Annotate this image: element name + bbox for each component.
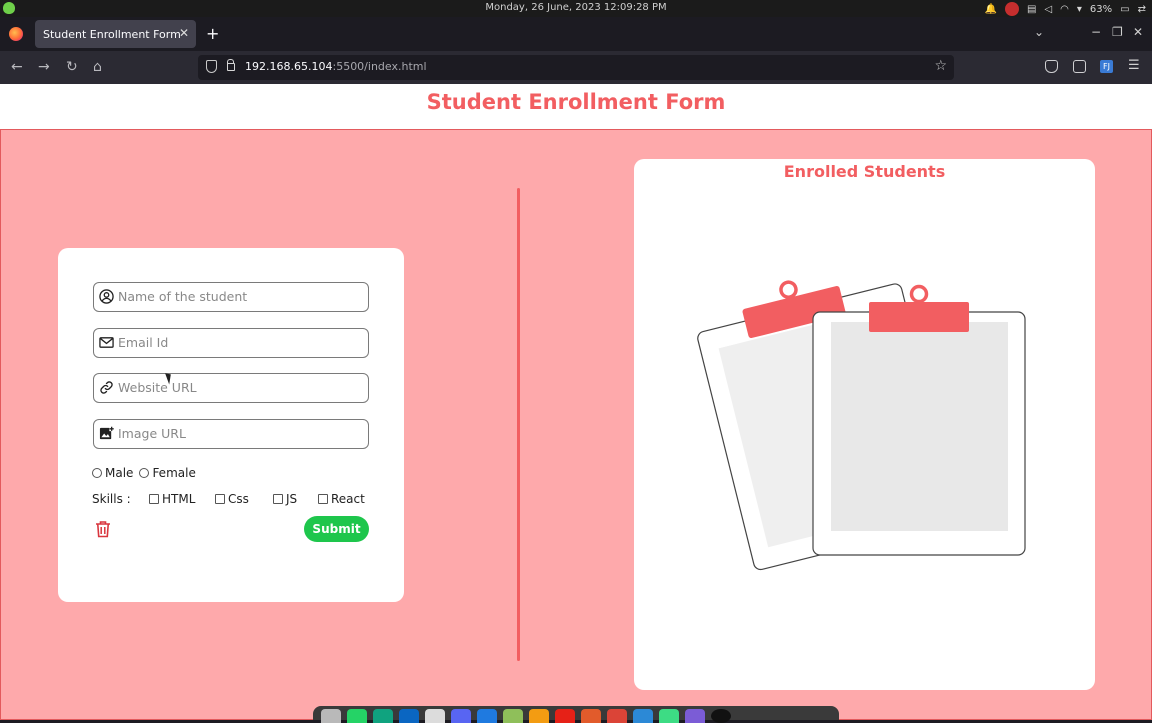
image-field[interactable] bbox=[93, 419, 369, 449]
close-window-icon[interactable]: ✕ bbox=[1133, 25, 1143, 39]
dock-intellij-icon[interactable] bbox=[477, 709, 497, 723]
male-radio[interactable] bbox=[92, 468, 102, 478]
submit-button[interactable]: Submit bbox=[304, 516, 369, 542]
arrow-down-icon[interactable]: ▾ bbox=[1077, 4, 1082, 15]
js-label: JS bbox=[286, 492, 298, 506]
html-label: HTML bbox=[162, 492, 196, 506]
dock-youtube-icon[interactable] bbox=[555, 709, 575, 723]
hamburger-menu-icon[interactable]: ☰ bbox=[1128, 58, 1140, 73]
page-title: Student Enrollment Form bbox=[426, 90, 726, 114]
dock-inkscape-icon[interactable] bbox=[425, 709, 445, 723]
gender-option-female[interactable]: Female bbox=[139, 466, 196, 480]
gender-option-male[interactable]: Male bbox=[92, 466, 133, 480]
tab-title: Student Enrollment Form bbox=[43, 28, 181, 41]
battery-percent: 63% bbox=[1089, 3, 1113, 15]
vertical-divider bbox=[517, 188, 520, 661]
forward-icon[interactable]: → bbox=[38, 59, 50, 75]
image-input[interactable] bbox=[118, 422, 362, 445]
notification-icon[interactable]: 🔔 bbox=[985, 4, 997, 15]
name-field[interactable] bbox=[93, 282, 369, 312]
trash-icon[interactable] bbox=[95, 520, 111, 538]
lock-icon[interactable] bbox=[227, 59, 235, 71]
female-radio[interactable] bbox=[139, 468, 150, 478]
dock-android-studio-icon[interactable] bbox=[659, 709, 679, 723]
firefox-icon[interactable] bbox=[9, 27, 23, 41]
browser-nav-bar: ← → ↻ ⌂ 192.168.65.104:5500/index.html ☆… bbox=[0, 51, 1152, 84]
dock-notes-icon[interactable] bbox=[581, 709, 601, 723]
gender-group: Male Female bbox=[92, 466, 202, 480]
dock-discord-icon[interactable] bbox=[451, 709, 471, 723]
envelope-icon bbox=[99, 337, 114, 348]
extensions-icon[interactable] bbox=[1073, 60, 1086, 73]
pocket-icon[interactable] bbox=[1045, 60, 1058, 73]
system-top-bar: Monday, 26 June, 2023 12:09:28 PM 🔔 ▤ ◁ … bbox=[0, 0, 1152, 17]
dock-maps-icon[interactable] bbox=[503, 709, 523, 723]
restore-icon[interactable]: ❐ bbox=[1112, 25, 1123, 39]
skill-option-js[interactable]: JS bbox=[273, 492, 318, 506]
home-icon[interactable]: ⌂ bbox=[93, 59, 102, 75]
dock-vscode-icon[interactable] bbox=[633, 709, 653, 723]
website-input[interactable] bbox=[118, 376, 362, 399]
clipboard-icon[interactable]: ▤ bbox=[1027, 4, 1036, 15]
dock-whatsapp-icon[interactable] bbox=[347, 709, 367, 723]
address-bar[interactable]: 192.168.65.104:5500/index.html ☆ bbox=[198, 55, 954, 80]
bookmark-star-icon[interactable]: ☆ bbox=[934, 58, 947, 74]
back-icon[interactable]: ← bbox=[11, 59, 23, 75]
empty-clipboard-illustration-icon bbox=[697, 280, 1026, 571]
volume-icon[interactable]: ◁ bbox=[1044, 4, 1052, 15]
skills-group: Skills : HTML Css JS React bbox=[92, 492, 365, 506]
user-circle-icon bbox=[99, 289, 114, 304]
settings-toggle-icon[interactable]: ⇄ bbox=[1138, 4, 1146, 15]
app-indicator-icon[interactable] bbox=[1005, 2, 1019, 16]
dock-vlc-icon[interactable] bbox=[529, 709, 549, 723]
dock-files-icon[interactable] bbox=[321, 709, 341, 723]
page-viewport: Student Enrollment Form Name of the stud… bbox=[0, 84, 1152, 720]
skill-option-html[interactable]: HTML bbox=[149, 492, 215, 506]
close-tab-icon[interactable]: ✕ bbox=[179, 26, 189, 40]
link-icon bbox=[100, 381, 113, 394]
html-checkbox[interactable] bbox=[149, 494, 159, 504]
react-label: React bbox=[331, 492, 365, 506]
css-label: Css bbox=[228, 492, 249, 506]
male-label: Male bbox=[105, 466, 134, 480]
enrolled-students-panel: Enrolled Students bbox=[634, 159, 1095, 690]
dock-app-icon[interactable] bbox=[685, 709, 705, 723]
skill-option-css[interactable]: Css bbox=[215, 492, 273, 506]
name-input[interactable] bbox=[118, 285, 362, 308]
tracking-shield-icon[interactable] bbox=[206, 60, 217, 73]
js-checkbox[interactable] bbox=[273, 494, 283, 504]
wifi-icon[interactable]: ◠ bbox=[1060, 4, 1069, 15]
url-text[interactable]: 192.168.65.104:5500/index.html bbox=[245, 60, 427, 73]
battery-icon[interactable]: ▭ bbox=[1120, 4, 1129, 15]
system-tray: 🔔 ▤ ◁ ◠ ▾ 63% ▭ ⇄ bbox=[985, 2, 1146, 16]
dock-github-icon[interactable] bbox=[711, 709, 731, 723]
extension-badge-icon[interactable]: FJ bbox=[1100, 60, 1113, 73]
dock-linkedin-icon[interactable] bbox=[399, 709, 419, 723]
minimize-icon[interactable]: − bbox=[1091, 25, 1101, 39]
female-label: Female bbox=[152, 466, 196, 480]
enrolled-title: Enrolled Students bbox=[783, 162, 946, 181]
skills-label: Skills : bbox=[92, 492, 131, 506]
main-container: Male Female Skills : HTML Css bbox=[0, 129, 1152, 720]
list-tabs-icon[interactable]: ⌄ bbox=[1034, 25, 1044, 39]
skill-option-react[interactable]: React bbox=[318, 492, 365, 506]
browser-tab-bar: Student Enrollment Form ✕ + ⌄ − ❐ ✕ bbox=[0, 17, 1152, 51]
browser-tab[interactable]: Student Enrollment Form ✕ bbox=[35, 20, 196, 48]
dock-chrome-icon[interactable] bbox=[607, 709, 627, 723]
system-clock[interactable]: Monday, 26 June, 2023 12:09:28 PM bbox=[0, 2, 1152, 13]
email-input[interactable] bbox=[118, 331, 362, 354]
email-field[interactable] bbox=[93, 328, 369, 358]
add-image-icon bbox=[99, 426, 114, 440]
app-dock bbox=[313, 706, 839, 723]
enrollment-form: Male Female Skills : HTML Css bbox=[58, 248, 404, 602]
reload-icon[interactable]: ↻ bbox=[66, 59, 78, 75]
css-checkbox[interactable] bbox=[215, 494, 225, 504]
react-checkbox[interactable] bbox=[318, 494, 328, 504]
website-field[interactable] bbox=[93, 373, 369, 403]
dock-chatgpt-icon[interactable] bbox=[373, 709, 393, 723]
new-tab-icon[interactable]: + bbox=[206, 24, 219, 43]
